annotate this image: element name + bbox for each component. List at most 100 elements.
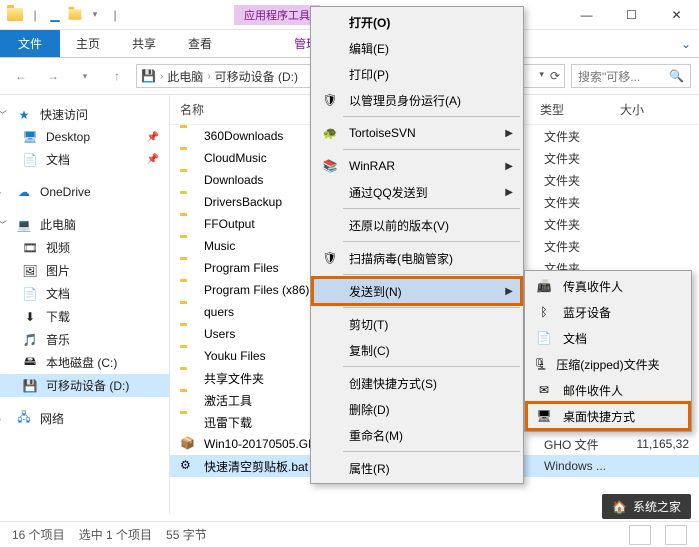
menu-item[interactable]: 📠传真收件人 bbox=[527, 273, 689, 299]
usb-drive-icon: 💾 bbox=[141, 69, 156, 83]
chevron-right-icon: ▶ bbox=[505, 161, 513, 172]
desktop-icon: 🖥 bbox=[22, 129, 38, 145]
menu-item[interactable]: 📄文档 bbox=[527, 325, 689, 351]
pin-icon: 📌 bbox=[147, 132, 159, 143]
view-icons-button[interactable] bbox=[665, 525, 687, 545]
document-icon: 📄 bbox=[22, 286, 38, 302]
menu-item[interactable]: ᛒ蓝牙设备 bbox=[527, 299, 689, 325]
menu-item[interactable]: 🖥桌面快捷方式 bbox=[527, 403, 689, 429]
menu-item[interactable]: 通过QQ发送到▶ bbox=[313, 179, 521, 205]
refresh-icon[interactable]: ⟳ bbox=[550, 69, 560, 83]
document-icon: 📄 bbox=[533, 331, 555, 345]
sidebar-item[interactable]: 💾可移动设备 (D:) bbox=[0, 374, 169, 397]
bat-icon: ⚙ bbox=[180, 458, 198, 474]
folder-icon bbox=[180, 150, 198, 166]
mail-icon: ✉ bbox=[533, 383, 555, 397]
close-button[interactable]: ✕ bbox=[654, 0, 699, 30]
folder-icon bbox=[180, 194, 198, 210]
menu-item[interactable]: 🐢TortoiseSVN▶ bbox=[313, 120, 521, 146]
fax-icon: 📠 bbox=[533, 279, 555, 293]
chevron-right-icon: ▶ bbox=[505, 128, 513, 139]
menu-item[interactable]: 复制(C) bbox=[313, 337, 521, 363]
download-icon: ⬇ bbox=[22, 309, 38, 325]
bluetooth-icon: ᛒ bbox=[533, 305, 555, 319]
folder-icon bbox=[180, 260, 198, 276]
sidebar-item[interactable]: 🖼图片 bbox=[0, 259, 169, 282]
sidebar-item-documents[interactable]: 📄文档📌 bbox=[0, 148, 169, 171]
menu-item[interactable]: 属性(R) bbox=[313, 455, 521, 481]
winrar-icon: 📚 bbox=[319, 159, 341, 173]
menu-item[interactable]: 📚WinRAR▶ bbox=[313, 153, 521, 179]
folder-icon bbox=[180, 326, 198, 342]
status-bar: 16 个项目 选中 1 个项目 55 字节 bbox=[0, 521, 699, 547]
tab-view[interactable]: 查看 bbox=[172, 30, 228, 57]
menu-item[interactable]: 剪切(T) bbox=[313, 311, 521, 337]
watermark: 🏠 系统之家 bbox=[602, 494, 691, 519]
folder-icon bbox=[180, 128, 198, 144]
column-header-size[interactable]: 大小 bbox=[620, 101, 689, 118]
star-icon: ★ bbox=[16, 107, 32, 123]
sidebar-onedrive[interactable]: ›☁OneDrive bbox=[0, 181, 169, 203]
document-icon: 📄 bbox=[22, 152, 38, 168]
menu-item[interactable]: 🛡扫描病毒(电脑管家) bbox=[313, 245, 521, 271]
chevron-right-icon[interactable]: › bbox=[160, 71, 163, 82]
qat-dropdown-icon[interactable]: ▾ bbox=[86, 6, 104, 24]
nav-forward-button[interactable]: → bbox=[40, 63, 66, 89]
folder-icon bbox=[180, 238, 198, 254]
folder-icon bbox=[180, 414, 198, 430]
scan-icon: 🛡 bbox=[319, 251, 341, 265]
zip-icon: 🗜 bbox=[533, 357, 548, 371]
house-icon: 🏠 bbox=[612, 500, 627, 514]
column-header-type[interactable]: 类型 bbox=[540, 101, 620, 118]
sidebar-item-desktop[interactable]: 🖥Desktop📌 bbox=[0, 126, 169, 148]
menu-item[interactable]: 创建快捷方式(S) bbox=[313, 370, 521, 396]
sidebar-network[interactable]: ›🖧网络 bbox=[0, 407, 169, 430]
nav-recent-dropdown[interactable]: ▾ bbox=[72, 63, 98, 89]
tortoise-icon: 🐢 bbox=[319, 126, 341, 140]
breadcrumb-this-pc[interactable]: 此电脑 bbox=[167, 68, 203, 85]
qat-divider: | bbox=[106, 6, 124, 24]
usb-drive-icon: 💾 bbox=[22, 378, 38, 394]
sidebar-this-pc[interactable]: ﹀💻此电脑 bbox=[0, 213, 169, 236]
menu-item[interactable]: 删除(D) bbox=[313, 396, 521, 422]
tab-share[interactable]: 共享 bbox=[116, 30, 172, 57]
breadcrumb-drive[interactable]: 可移动设备 (D:) bbox=[215, 68, 298, 85]
menu-item[interactable]: 🗜压缩(zipped)文件夹 bbox=[527, 351, 689, 377]
tab-home[interactable]: 主页 bbox=[60, 30, 116, 57]
qat-properties-icon[interactable]: ▁ bbox=[46, 6, 64, 24]
sidebar-item[interactable]: 🎞视频 bbox=[0, 236, 169, 259]
qat-new-folder-icon[interactable] bbox=[66, 6, 84, 24]
nav-back-button[interactable]: ← bbox=[8, 63, 34, 89]
maximize-button[interactable]: ☐ bbox=[609, 0, 654, 30]
sidebar-item[interactable]: 🖴本地磁盘 (C:) bbox=[0, 351, 169, 374]
folder-icon bbox=[180, 282, 198, 298]
menu-item[interactable]: 打印(P) bbox=[313, 61, 521, 87]
menu-item[interactable]: 打开(O) bbox=[313, 9, 521, 35]
menu-item[interactable]: 还原以前的版本(V) bbox=[313, 212, 521, 238]
search-icon: 🔍 bbox=[669, 69, 684, 83]
menu-item[interactable]: ✉邮件收件人 bbox=[527, 377, 689, 403]
status-item-count: 16 个项目 bbox=[12, 526, 65, 543]
search-input[interactable]: 搜索"可移... 🔍 bbox=[571, 64, 691, 88]
menu-item[interactable]: 发送到(N)▶ bbox=[313, 278, 521, 304]
folder-icon bbox=[180, 392, 198, 408]
music-icon: 🎵 bbox=[22, 332, 38, 348]
address-dropdown-icon[interactable]: ▾ bbox=[539, 69, 544, 83]
folder-app-icon bbox=[6, 6, 24, 24]
minimize-button[interactable]: — bbox=[564, 0, 609, 30]
video-icon: 🎞 bbox=[22, 240, 38, 256]
sidebar-item[interactable]: ⬇下载 bbox=[0, 305, 169, 328]
nav-up-button[interactable]: ↑ bbox=[104, 63, 130, 89]
sidebar-item[interactable]: 📄文档 bbox=[0, 282, 169, 305]
chevron-right-icon[interactable]: › bbox=[207, 71, 210, 82]
menu-item[interactable]: 🛡以管理员身份运行(A) bbox=[313, 87, 521, 113]
file-tab[interactable]: 文件 bbox=[0, 30, 60, 57]
menu-item[interactable]: 重命名(M) bbox=[313, 422, 521, 448]
ribbon-expand-icon[interactable]: ⌄ bbox=[673, 30, 699, 57]
network-icon: 🖧 bbox=[16, 411, 32, 427]
folder-icon bbox=[180, 304, 198, 320]
view-details-button[interactable] bbox=[629, 525, 651, 545]
menu-item[interactable]: 编辑(E) bbox=[313, 35, 521, 61]
sidebar-quick-access[interactable]: ﹀★快速访问 bbox=[0, 103, 169, 126]
sidebar-item[interactable]: 🎵音乐 bbox=[0, 328, 169, 351]
